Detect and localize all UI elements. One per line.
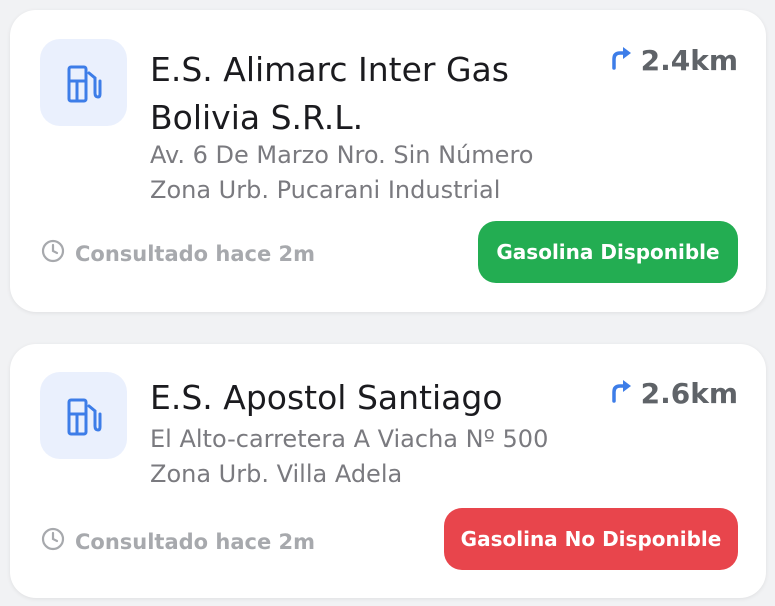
fuel-pump-icon (40, 39, 127, 126)
consulted-time: Consultado hace 2m (41, 239, 315, 268)
distance[interactable]: 2.4km (611, 44, 738, 77)
address-line-1: Av. 6 De Marzo Nro. Sin Número (150, 141, 534, 169)
turn-right-arrow-icon (611, 44, 633, 77)
station-card[interactable]: E.S. Alimarc Inter Gas Bolivia S.R.L. 2.… (10, 10, 766, 312)
address-line-2: Zona Urb. Villa Adela (150, 460, 403, 488)
consulted-label: Consultado hace 2m (75, 241, 316, 266)
address-line-2: Zona Urb. Pucarani Industrial (150, 176, 501, 204)
consulted-time: Consultado hace 2m (41, 527, 315, 556)
address-line-1: El Alto-carretera A Viacha Nº 500 (150, 425, 549, 453)
consulted-label: Consultado hace 2m (75, 529, 316, 554)
station-name: E.S. Apostol Santiago (150, 378, 503, 417)
station-name: E.S. Alimarc Inter Gas Bolivia S.R.L. (150, 50, 509, 137)
status-badge: Gasolina No Disponible (444, 508, 738, 570)
fuel-pump-icon (40, 372, 127, 459)
station-address: Av. 6 De Marzo Nro. Sin Número Zona Urb.… (150, 138, 630, 208)
distance-value: 2.4km (640, 44, 738, 77)
distance[interactable]: 2.6km (611, 377, 738, 410)
turn-right-arrow-icon (611, 377, 633, 410)
station-card[interactable]: E.S. Apostol Santiago 2.6km El Alto-carr… (10, 344, 766, 598)
clock-icon (41, 527, 65, 556)
clock-icon (41, 239, 65, 268)
status-badge: Gasolina Disponible (478, 221, 738, 283)
station-address: El Alto-carretera A Viacha Nº 500 Zona U… (150, 422, 630, 492)
distance-value: 2.6km (640, 377, 738, 410)
